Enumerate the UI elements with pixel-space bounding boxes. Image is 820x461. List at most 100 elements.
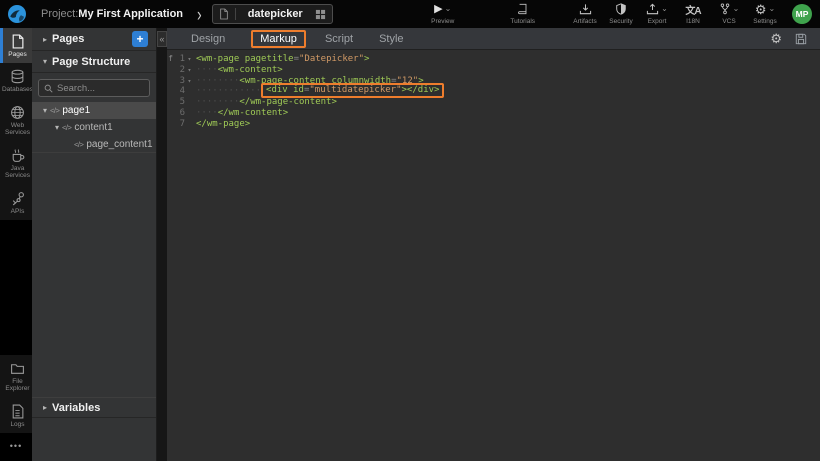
book-icon: [517, 3, 529, 16]
page-structure-label: Page Structure: [52, 56, 130, 68]
chevron-down-icon: ⌄: [768, 5, 775, 13]
expanded-arrow-icon[interactable]: ▾: [52, 123, 62, 132]
line-number: 4: [174, 86, 185, 97]
rail-item-databases[interactable]: Databases: [0, 63, 32, 98]
rail-item-pages[interactable]: Pages: [0, 28, 32, 63]
code-line-6[interactable]: 6 ····</wm-content>: [167, 108, 820, 119]
annotation-highlight-box: <div id="multidatepicker"></div>: [261, 83, 444, 98]
open-page-tab-datepicker[interactable]: datepicker: [212, 4, 333, 24]
project-breadcrumb: Project: My First Application: [41, 8, 183, 20]
vcs-button[interactable]: ⌄ VCS: [714, 3, 744, 25]
fold-arrow-icon[interactable]: ▾: [185, 65, 194, 76]
search-input[interactable]: [57, 83, 144, 94]
export-label: Export: [648, 18, 667, 25]
code-tag-icon: </>: [62, 123, 71, 132]
tree-item-page1[interactable]: ▾ </> page1: [32, 102, 156, 119]
tutorials-button[interactable]: Tutorials: [508, 3, 538, 25]
fold-arrow-icon[interactable]: ▾: [185, 54, 194, 65]
tab-design[interactable]: Design: [191, 33, 225, 45]
collapsed-arrow-icon: ▸: [40, 403, 50, 412]
project-label: Project:: [41, 8, 78, 20]
code-line-5[interactable]: 5 ········</wm-page-content>: [167, 97, 820, 108]
editor-toolbar: Design Markup Script Style ⚙: [167, 28, 820, 50]
rail-item-apis[interactable]: APIs: [0, 185, 32, 220]
vcs-label: VCS: [722, 18, 735, 25]
breadcrumb-chevron-icon: ›: [197, 3, 202, 25]
coffee-cup-icon: [10, 148, 25, 163]
artifacts-label: Artifacts: [573, 18, 596, 25]
editor-settings-icon[interactable]: ⚙: [770, 32, 782, 45]
page-icon: [10, 34, 25, 49]
rail-item-file-explorer[interactable]: File Explorer: [0, 355, 32, 398]
line-number: 7: [174, 119, 185, 130]
tree-item-content1[interactable]: ▾ </> content1: [32, 119, 156, 136]
collapse-panel-button[interactable]: «: [157, 31, 167, 47]
topbar-right-actions: Artifacts Security ⌄ Export 文A I18N: [570, 3, 812, 25]
folder-icon: [10, 361, 25, 376]
preview-label: Preview: [431, 18, 454, 25]
chevron-down-icon: ⌄: [445, 5, 452, 13]
variables-section-header[interactable]: ▸ Variables: [32, 397, 156, 418]
grid-icon[interactable]: [315, 9, 326, 20]
security-label: Security: [609, 18, 632, 25]
rail-item-java-services[interactable]: Java Services: [0, 142, 32, 185]
preview-button[interactable]: ▶⌄ Preview: [428, 3, 458, 25]
code-line-7[interactable]: 7 </wm-page>: [167, 119, 820, 130]
tab-script[interactable]: Script: [325, 33, 353, 45]
user-avatar[interactable]: MP: [792, 4, 812, 24]
code-tag-icon: </>: [50, 106, 59, 115]
panel-spacer: [32, 153, 156, 397]
more-options-icon[interactable]: •••: [0, 433, 32, 461]
language-icon: 文A: [685, 2, 700, 17]
tree-item-page-content1[interactable]: </> page_content1: [32, 136, 156, 153]
i18n-button[interactable]: 文A I18N: [678, 3, 708, 25]
line-number: 5: [174, 97, 185, 108]
wavemaker-studio: Project: My First Application › datepick…: [0, 0, 820, 461]
page-structure-section-header[interactable]: ▾ Page Structure: [32, 51, 156, 73]
artifacts-button[interactable]: Artifacts: [570, 3, 600, 25]
variables-label: Variables: [52, 402, 100, 414]
panel-footer-space: [32, 418, 156, 461]
tab-style[interactable]: Style: [379, 33, 403, 45]
save-icon[interactable]: [795, 33, 807, 45]
left-nav-rail: Pages Databases Web Services Java Servic…: [0, 28, 32, 461]
code-tag-icon: </>: [74, 140, 83, 149]
wavemaker-logo-icon[interactable]: [0, 0, 34, 28]
expanded-arrow-icon[interactable]: ▾: [40, 106, 50, 115]
code-line-2[interactable]: 2 ▾ ····<wm-content>: [167, 65, 820, 76]
structure-search[interactable]: [38, 79, 150, 97]
code-line-4-highlighted[interactable]: 4 ············<div id="multidatepicker">…: [167, 86, 820, 97]
rail-item-logs[interactable]: Logs: [0, 398, 32, 433]
line-number: 2: [174, 65, 185, 76]
gutter-marker: f: [167, 54, 174, 65]
panel-collapse-strip: «: [157, 28, 167, 461]
gear-icon: ⚙: [755, 3, 767, 16]
play-icon: ▶: [434, 4, 442, 15]
export-button[interactable]: ⌄ Export: [642, 3, 672, 25]
pages-section-header[interactable]: ▸ Pages +: [32, 28, 156, 51]
top-bar: Project: My First Application › datepick…: [0, 0, 820, 28]
settings-label: Settings: [753, 18, 777, 25]
globe-icon: [10, 105, 25, 120]
project-name: My First Application: [78, 8, 183, 20]
markup-code-editor[interactable]: f 1 ▾ <wm-page pagetitle="Datepicker"> 2…: [167, 50, 820, 461]
shield-icon: [615, 3, 627, 16]
download-tray-icon: [579, 3, 592, 16]
tree-item-label: content1: [74, 122, 112, 133]
settings-button[interactable]: ⚙⌄ Settings: [750, 3, 780, 25]
tree-item-label: page1: [62, 105, 90, 116]
api-connector-icon: [10, 191, 25, 206]
log-file-icon: [10, 404, 25, 419]
i18n-label: I18N: [686, 18, 700, 25]
security-button[interactable]: Security: [606, 3, 636, 25]
fold-arrow-icon[interactable]: ▾: [185, 76, 194, 87]
branch-icon: [719, 3, 731, 15]
pages-header-label: Pages: [52, 33, 84, 45]
tab-markup[interactable]: Markup: [251, 30, 306, 48]
add-page-button[interactable]: +: [132, 31, 148, 47]
code-line-1[interactable]: f 1 ▾ <wm-page pagetitle="Datepicker">: [167, 54, 820, 65]
expanded-arrow-icon: ▾: [40, 57, 50, 66]
rail-item-web-services[interactable]: Web Services: [0, 99, 32, 142]
tutorials-label: Tutorials: [510, 18, 535, 25]
rail-spacer: [0, 220, 32, 354]
